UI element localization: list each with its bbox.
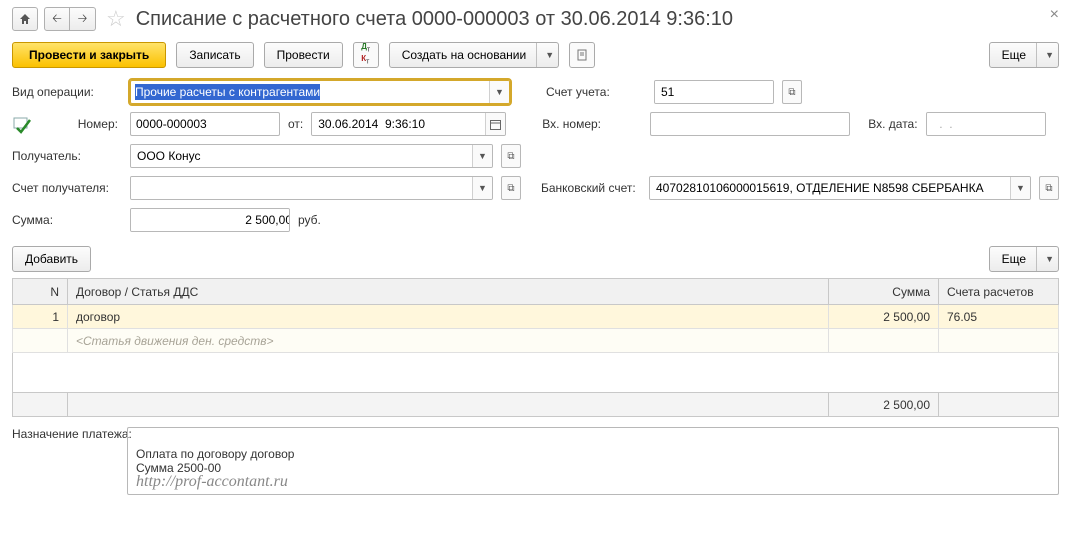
add-row-button[interactable]: Добавить (12, 246, 91, 272)
col-contract[interactable]: Договор / Статья ДДС (68, 279, 829, 305)
operation-type-value: Прочие расчеты с контрагентами (135, 84, 320, 100)
recipient-label: Получатель: (12, 149, 122, 163)
chevron-down-icon[interactable]: ▼ (472, 177, 492, 199)
sum-label: Сумма: (12, 213, 122, 227)
currency-label: руб. (298, 213, 321, 227)
account-label: Счет учета: (546, 85, 646, 99)
chevron-down-icon: ▼ (536, 43, 554, 67)
more-toolbar-label: Еще (1002, 48, 1026, 62)
number-label: Номер: (40, 117, 122, 131)
number-input[interactable] (130, 112, 280, 136)
dt-kt-icon[interactable]: ДтКт (353, 42, 379, 68)
bank-account-select[interactable]: ▼ (649, 176, 1031, 200)
table-header-row: N Договор / Статья ДДС Сумма Счета расче… (13, 279, 1059, 305)
account-value[interactable] (655, 81, 774, 103)
table-row[interactable]: 1 договор 2 500,00 76.05 (13, 305, 1059, 329)
total-sum: 2 500,00 (829, 393, 939, 417)
table-more-button[interactable]: Еще ▼ (989, 246, 1059, 272)
cell-n[interactable]: 1 (13, 305, 68, 329)
create-based-label: Создать на основании (402, 48, 527, 62)
purpose-text: Оплата по договору договор Сумма 2500-00 (136, 447, 294, 475)
calendar-icon[interactable] (485, 113, 505, 135)
table-empty-row (13, 353, 1059, 393)
nav-forward-button[interactable]: 🡢 (70, 7, 96, 31)
purpose-textarea[interactable]: Оплата по договору договор Сумма 2500-00… (127, 427, 1059, 495)
operation-type-label: Вид операции: (12, 85, 122, 99)
recipient-account-select[interactable]: ▼ (130, 176, 493, 200)
cell-contract[interactable]: договор (68, 305, 829, 329)
date-input[interactable] (311, 112, 506, 136)
posted-status-icon (12, 114, 32, 134)
payments-table: N Договор / Статья ДДС Сумма Счета расче… (12, 278, 1059, 417)
recipient-account-label: Счет получателя: (12, 181, 122, 195)
ext-date-input[interactable] (926, 112, 1046, 136)
chevron-down-icon: ▼ (1036, 247, 1054, 271)
col-sum[interactable]: Сумма (829, 279, 939, 305)
nav-back-button[interactable]: 🡠 (44, 7, 70, 31)
favorite-star-icon[interactable]: ☆ (106, 6, 126, 32)
page-title: Списание с расчетного счета 0000-000003 … (136, 8, 733, 31)
chevron-down-icon[interactable]: ▼ (472, 145, 492, 167)
open-ref-button[interactable] (1039, 176, 1059, 200)
ext-number-input[interactable] (650, 112, 850, 136)
chevron-down-icon: ▼ (1036, 43, 1054, 67)
recipient-select[interactable]: ▼ (130, 144, 493, 168)
cell-sum[interactable]: 2 500,00 (829, 305, 939, 329)
watermark: http://prof-accontant.ru (136, 473, 288, 491)
cell-dds[interactable]: <Статья движения ден. средств> (68, 329, 829, 353)
operation-type-select[interactable]: Прочие расчеты с контрагентами ▼ (130, 80, 510, 104)
open-ref-button[interactable] (501, 144, 521, 168)
ext-number-label: Вх. номер: (542, 117, 642, 131)
from-label: от: (288, 117, 303, 131)
create-based-button[interactable]: Создать на основании ▼ (389, 42, 559, 68)
table-more-label: Еще (1002, 252, 1026, 266)
more-toolbar-button[interactable]: Еще ▼ (989, 42, 1059, 68)
ext-date-label: Вх. дата: (868, 117, 917, 131)
sum-input[interactable] (130, 208, 290, 232)
bank-account-label: Банковский счет: (541, 181, 641, 195)
chevron-down-icon[interactable]: ▼ (1010, 177, 1030, 199)
post-button[interactable]: Провести (264, 42, 343, 68)
purpose-label: Назначение платежа: (12, 427, 117, 495)
col-n[interactable]: N (13, 279, 68, 305)
home-button[interactable] (12, 7, 38, 31)
table-total-row: 2 500,00 (13, 393, 1059, 417)
account-select[interactable]: ▼ (654, 80, 774, 104)
col-accounts[interactable]: Счета расчетов (939, 279, 1059, 305)
open-ref-button[interactable] (782, 80, 802, 104)
write-button[interactable]: Записать (176, 42, 253, 68)
table-row[interactable]: <Статья движения ден. средств> (13, 329, 1059, 353)
attachment-icon[interactable] (569, 42, 595, 68)
open-ref-button[interactable] (501, 176, 521, 200)
close-icon[interactable]: × (1050, 6, 1059, 24)
post-and-close-button[interactable]: Провести и закрыть (12, 42, 166, 68)
cell-account[interactable]: 76.05 (939, 305, 1059, 329)
chevron-down-icon[interactable]: ▼ (489, 81, 509, 103)
